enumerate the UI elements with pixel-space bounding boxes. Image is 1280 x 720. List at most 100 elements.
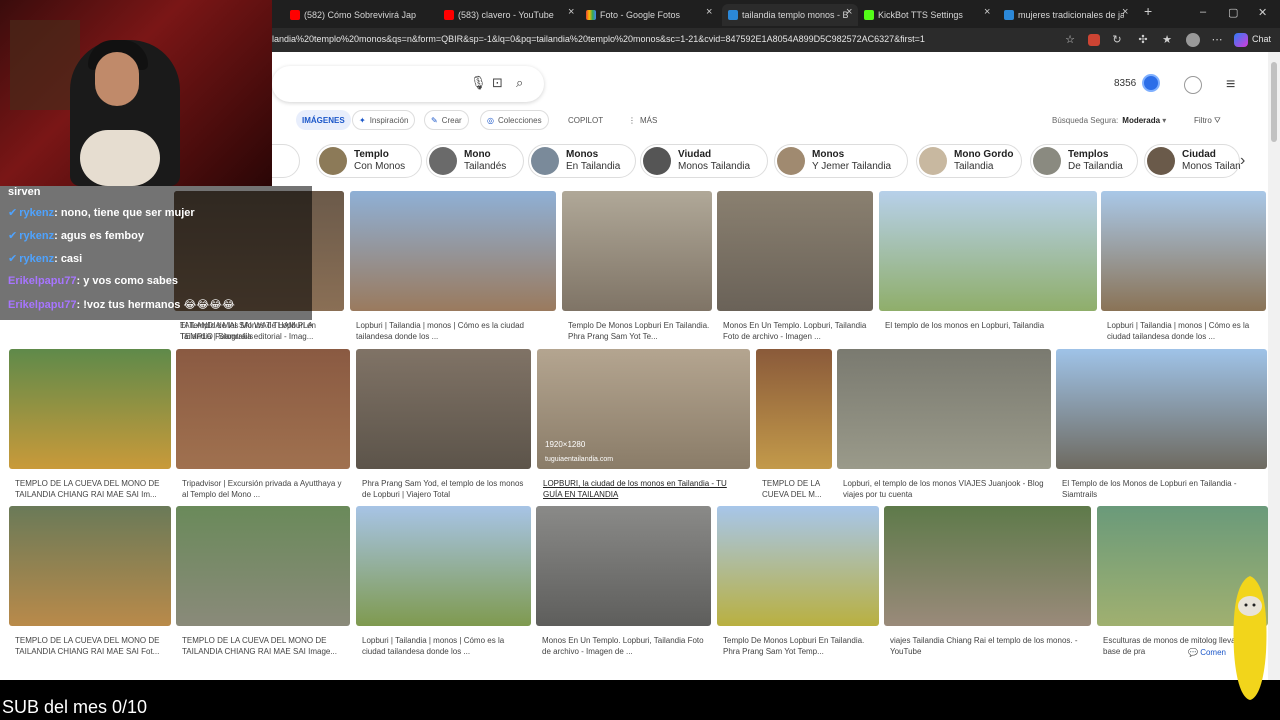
- favorites-icon[interactable]: ★: [1160, 33, 1174, 47]
- close-tab-icon[interactable]: ×: [1122, 6, 1128, 18]
- search-icon[interactable]: ⌕: [516, 75, 523, 91]
- hamburger-menu-icon[interactable]: ≡: [1226, 76, 1235, 94]
- result-image[interactable]: [356, 506, 531, 626]
- result-image[interactable]: [756, 349, 832, 469]
- profile-avatar-icon[interactable]: [1186, 33, 1200, 47]
- result-caption[interactable]: TEMPLO DE LA CUEVA DEL MONO DE TAILANDIA…: [15, 478, 169, 502]
- scrollbar-thumb[interactable]: [1271, 62, 1277, 142]
- tab-collections[interactable]: ◎ Colecciones: [480, 110, 549, 130]
- result-image[interactable]: [1056, 349, 1267, 469]
- related-chip[interactable]: Monos En Tailandia: [528, 144, 636, 178]
- result-caption[interactable]: Phra Prang Sam Yod, el templo de los mon…: [362, 478, 529, 502]
- result-image[interactable]: [176, 349, 350, 469]
- close-window-icon[interactable]: ✕: [1258, 6, 1267, 19]
- result-image[interactable]: [879, 191, 1097, 311]
- result-caption[interactable]: El Templo de los Monos de Lopburi en Tai…: [1062, 478, 1265, 502]
- safe-search-label: Búsqueda Segura:: [1052, 116, 1119, 125]
- kickbot-icon: [864, 10, 874, 20]
- minimize-icon[interactable]: –: [1200, 6, 1206, 18]
- search-box[interactable]: 🎙 ⊡ ⌕: [272, 66, 544, 102]
- new-tab-icon[interactable]: +: [1144, 3, 1152, 19]
- maximize-icon[interactable]: ▢: [1228, 6, 1238, 19]
- chip-subtitle: Tailandés: [464, 161, 507, 172]
- result-caption[interactable]: TEMPLO DE LA CUEVA DEL MONO DE TAILANDIA…: [15, 635, 169, 659]
- related-chip[interactable]: Mono Gordo Tailandia: [916, 144, 1022, 178]
- result-caption[interactable]: El Templo de los Monos de Lopburi en Tai…: [180, 320, 342, 344]
- tab-copilot-label: COPILOT: [568, 115, 604, 125]
- microphone-icon[interactable]: 🎙: [470, 75, 487, 91]
- tab-inspiration[interactable]: ✦ Inspiración: [352, 110, 416, 130]
- rewards-medal-icon[interactable]: [1142, 74, 1160, 92]
- result-image[interactable]: [350, 191, 556, 311]
- related-chip[interactable]: Viudad Monos Tailandia: [640, 144, 768, 178]
- result-caption[interactable]: Templo De Monos Lopburi En Tailandia. Ph…: [568, 320, 710, 344]
- close-tab-icon[interactable]: ×: [984, 6, 990, 18]
- result-caption[interactable]: LOPBURI, la ciudad de los monos en Taila…: [543, 478, 748, 502]
- extension-icon[interactable]: [1088, 34, 1100, 46]
- close-tab-icon[interactable]: ×: [706, 6, 712, 18]
- create-icon: ✎: [431, 115, 438, 125]
- url-field[interactable]: landia%20templo%20monos&qs=n&form=QBIR&s…: [272, 34, 925, 44]
- puzzle-icon[interactable]: ✣: [1136, 33, 1150, 47]
- chip-thumbnail: [429, 147, 457, 175]
- result-caption[interactable]: Lopburi, el templo de los monos VIAJES J…: [843, 478, 1049, 502]
- related-chip[interactable]: Templos De Tailandia: [1030, 144, 1138, 178]
- result-caption[interactable]: TEMPLO DE LA CUEVA DEL M...: [762, 478, 830, 502]
- result-caption[interactable]: Lopburi | Tailandia | monos | Cómo es la…: [356, 320, 554, 344]
- chat-separator: :: [54, 230, 61, 242]
- filter-button[interactable]: Filtro ⛛: [1194, 116, 1221, 126]
- related-chip[interactable]: Ciudad Monos Tailan: [1144, 144, 1241, 178]
- result-caption[interactable]: Monos En Un Templo. Lopburi, Tailandia F…: [723, 320, 871, 344]
- result-caption[interactable]: TEMPLO DE LA CUEVA DEL MONO DE TAILANDIA…: [182, 635, 348, 659]
- result-caption[interactable]: Tripadvisor | Excursión privada a Ayutth…: [182, 478, 348, 502]
- chip-title: Templos: [1068, 149, 1109, 160]
- result-caption[interactable]: El templo de los monos en Lopburi, Taila…: [885, 320, 1095, 344]
- chevron-right-icon[interactable]: ›: [1240, 152, 1245, 170]
- close-tab-icon[interactable]: ×: [568, 6, 574, 18]
- chat-button[interactable]: Chat: [1252, 34, 1271, 44]
- result-caption[interactable]: viajes Tailandia Chiang Rai el templo de…: [890, 635, 1089, 659]
- user-icon[interactable]: [1184, 76, 1202, 94]
- visual-search-icon[interactable]: ⊡: [492, 75, 503, 91]
- tab-more[interactable]: ⋮ MÁS: [622, 110, 663, 130]
- result-caption[interactable]: Templo De Monos Lopburi En Tailandia. Ph…: [723, 635, 877, 659]
- result-image[interactable]: [717, 506, 879, 626]
- star-icon[interactable]: ☆: [1063, 33, 1077, 47]
- related-chip[interactable]: Monos Y Jemer Tailandia: [774, 144, 908, 178]
- result-caption[interactable]: Lopburi | Tailandia | monos | Cómo es la…: [1107, 320, 1264, 344]
- tab-youtube-2[interactable]: (583) clavero - YouTube: [444, 4, 572, 26]
- result-image[interactable]: [9, 506, 171, 626]
- tab-bing-active[interactable]: tailandia templo monos - B: [722, 4, 858, 26]
- result-image[interactable]: [356, 349, 531, 469]
- tab-youtube-1[interactable]: (582) Cómo Sobrevivirá Jap: [290, 4, 440, 26]
- result-image[interactable]: [717, 191, 873, 311]
- safe-search-control[interactable]: Búsqueda Segura: Moderada ▾: [1052, 116, 1166, 125]
- related-chip[interactable]: Mono Tailandés: [426, 144, 524, 178]
- chip-title: Templo: [354, 149, 389, 160]
- result-caption[interactable]: Lopburi | Tailandia | monos | Cómo es la…: [362, 635, 529, 659]
- tab-copilot[interactable]: COPILOT: [562, 110, 609, 130]
- result-image[interactable]: 1920×1280 tuguiaentailandia.com: [537, 349, 750, 469]
- refresh-extension-icon[interactable]: ↻: [1110, 33, 1124, 47]
- result-image[interactable]: [884, 506, 1091, 626]
- youtube-icon: [444, 10, 454, 20]
- tab-images[interactable]: IMÁGENES: [296, 110, 351, 130]
- chat-username: rykenz: [19, 207, 55, 219]
- tab-create[interactable]: ✎ Crear: [424, 110, 469, 130]
- result-image[interactable]: [176, 506, 350, 626]
- close-tab-icon[interactable]: ×: [846, 6, 852, 18]
- rewards-points[interactable]: 8356: [1114, 78, 1136, 89]
- more-options-icon[interactable]: ⋯: [1210, 33, 1224, 47]
- tab-google-photos[interactable]: Foto - Google Fotos: [586, 4, 706, 26]
- result-image[interactable]: [1101, 191, 1266, 311]
- comment-button[interactable]: 💬 Comen: [1188, 648, 1226, 657]
- result-image[interactable]: [562, 191, 712, 311]
- result-image[interactable]: [536, 506, 711, 626]
- tab-kickbot[interactable]: KickBot TTS Settings: [864, 4, 984, 26]
- result-caption[interactable]: Monos En Un Templo. Lopburi, Tailandia F…: [542, 635, 709, 659]
- result-image[interactable]: [837, 349, 1051, 469]
- related-chip[interactable]: Templo Con Monos: [316, 144, 422, 178]
- copilot-icon[interactable]: [1234, 33, 1248, 47]
- tab-bing-2[interactable]: mujeres tradicionales de jap: [1004, 4, 1124, 26]
- result-image[interactable]: [9, 349, 171, 469]
